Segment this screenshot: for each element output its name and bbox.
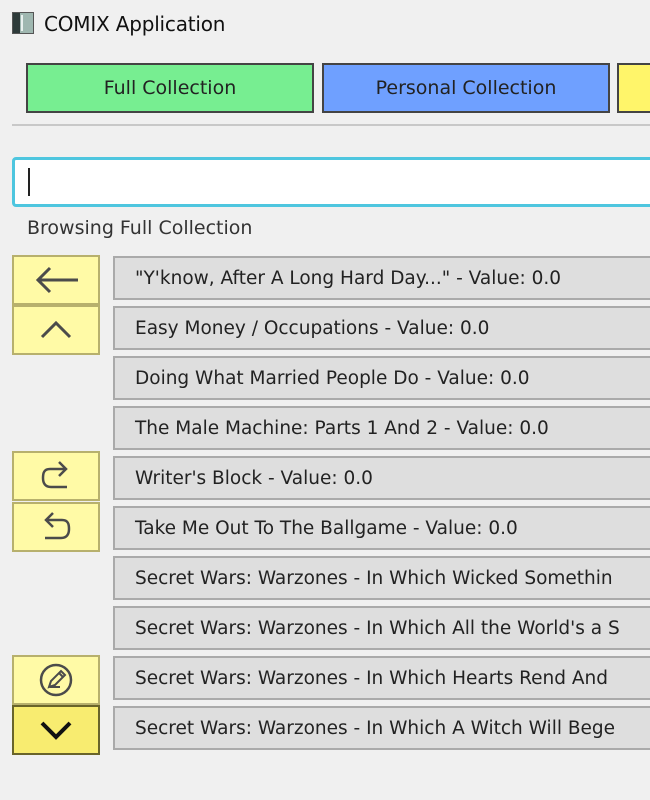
app-window-icon xyxy=(12,12,34,34)
undo-icon xyxy=(44,512,71,540)
collection-tabs: Full Collection Personal Collection xyxy=(0,60,650,120)
edit-pencil-icon xyxy=(39,663,73,697)
scroll-down-button[interactable] xyxy=(12,705,100,755)
list-item[interactable]: Secret Wars: Warzones - In Which A Witch… xyxy=(113,706,650,750)
list-item[interactable]: Doing What Married People Do - Value: 0.… xyxy=(113,356,650,400)
list-item[interactable]: Easy Money / Occupations - Value: 0.0 xyxy=(113,306,650,350)
redo-button[interactable] xyxy=(12,451,100,501)
list-item[interactable]: Secret Wars: Warzones - In Which Hearts … xyxy=(113,656,650,700)
collection-list: "Y'know, After A Long Hard Day..." - Val… xyxy=(113,256,650,756)
redo-icon xyxy=(41,461,68,489)
undo-button[interactable] xyxy=(12,502,100,552)
tab-yellow[interactable] xyxy=(617,63,650,113)
window-title: COMIX Application xyxy=(44,12,226,36)
list-item[interactable]: Secret Wars: Warzones - In Which All the… xyxy=(113,606,650,650)
back-button[interactable] xyxy=(12,255,100,305)
tab-personal-collection[interactable]: Personal Collection xyxy=(322,63,610,113)
edit-button[interactable] xyxy=(12,655,100,705)
scroll-up-button[interactable] xyxy=(12,305,100,355)
text-caret xyxy=(28,168,30,196)
back-arrow-icon xyxy=(35,266,78,294)
tabs-divider xyxy=(12,124,650,126)
list-item[interactable]: Secret Wars: Warzones - In Which Wicked … xyxy=(113,556,650,600)
browsing-status: Browsing Full Collection xyxy=(27,217,253,239)
search-input[interactable] xyxy=(12,157,650,207)
chevron-down-icon xyxy=(40,721,72,740)
title-bar: COMIX Application xyxy=(0,0,650,48)
list-item[interactable]: "Y'know, After A Long Hard Day..." - Val… xyxy=(113,256,650,300)
chevron-up-icon xyxy=(40,320,72,339)
list-item[interactable]: The Male Machine: Parts 1 And 2 - Value:… xyxy=(113,406,650,450)
tab-full-collection[interactable]: Full Collection xyxy=(26,63,314,113)
list-item[interactable]: Writer's Block - Value: 0.0 xyxy=(113,456,650,500)
list-item[interactable]: Take Me Out To The Ballgame - Value: 0.0 xyxy=(113,506,650,550)
